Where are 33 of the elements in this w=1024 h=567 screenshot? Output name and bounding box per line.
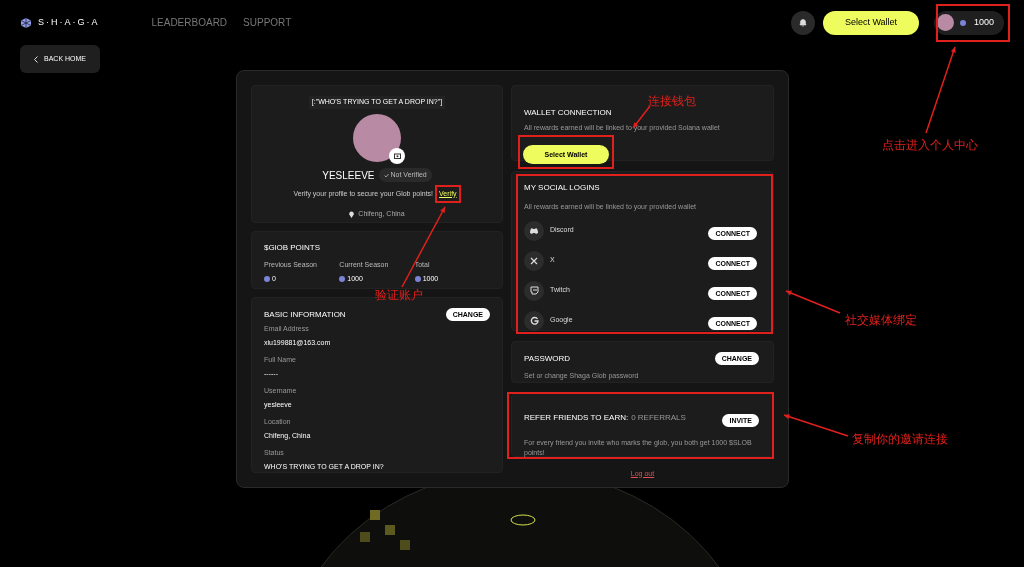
camera-icon [393,152,401,159]
points-icon [414,275,421,282]
select-wallet-button[interactable]: Select Wallet [822,10,919,35]
annotation-label: 社交媒体绑定 [845,312,917,329]
username: YESLEEVE [322,168,375,183]
section-title: REFER FRIENDS TO EARN: [524,411,629,424]
avatar-picture [353,113,401,162]
nav-link[interactable]: LEADERBOARD [151,15,228,30]
profile-button[interactable]: 1000 [933,10,1004,35]
logo[interactable]: S·H·A·G·A [20,15,100,30]
bell-icon [798,18,807,27]
nav-link[interactable]: SUPPORT [243,15,292,30]
referral-count: 0 REFERRALS [631,411,686,424]
discord-logo-icon [524,220,544,241]
section-title: BASIC INFORMATION [264,308,346,321]
points-icon [339,275,346,282]
annotation-label: 复制你的邀请连接 [852,431,948,448]
x-logo-icon [524,250,544,271]
chevron-left-icon [34,55,38,63]
section-title: PASSWORD [524,352,571,365]
annotation-label: 验证账户 [375,287,423,304]
check-icon [383,172,389,178]
twitch-logo-icon [524,280,544,301]
notification-button[interactable] [790,10,815,35]
section-title: MY SOCIAL LOGINS [524,182,601,194]
points-icon [264,275,270,282]
annotation-label: 点击进入个人中心 [882,137,978,154]
points-icon [959,19,966,26]
location-pin-icon [349,210,355,218]
section-title: $GlOB POINTS [264,242,321,255]
cube-logo-icon [20,16,32,29]
section-title: WALLET CONNECTION [524,107,612,119]
annotation-label: 连接钱包 [648,93,696,110]
